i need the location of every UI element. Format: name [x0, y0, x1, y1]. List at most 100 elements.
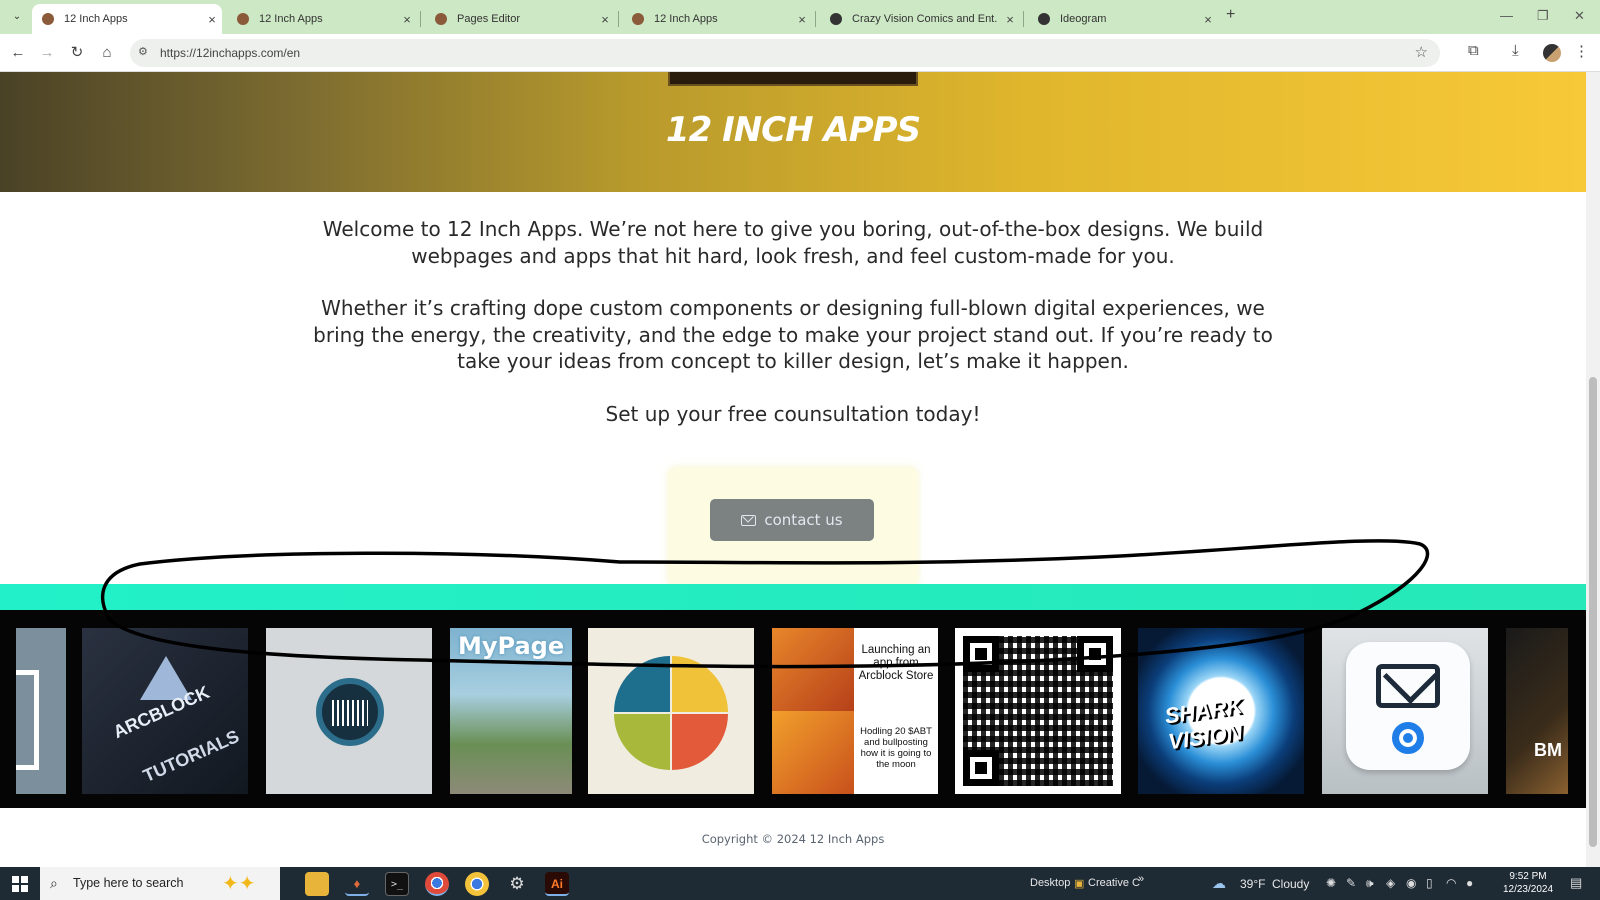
intro-paragraph: Welcome to 12 Inch Apps. We’re not here …: [322, 217, 1264, 268]
envelope-icon: [1376, 664, 1440, 708]
url-text[interactable]: https://12inchapps.com/en: [160, 46, 300, 60]
close-tab-icon[interactable]: ×: [595, 12, 615, 27]
body-paragraph: Whether it’s crafting dope custom compon…: [313, 296, 1273, 373]
back-icon[interactable]: ←: [8, 43, 28, 63]
gallery-thumb-partial-left[interactable]: [16, 628, 66, 794]
project-gallery: ARCBLOCK TUTORIALS MyPage Launching an a…: [0, 610, 1586, 808]
partial-thumb-text: BM: [1534, 740, 1562, 760]
audio-bars: [332, 700, 368, 726]
extensions-icon[interactable]: ⧉: [1468, 42, 1479, 59]
terminal-icon[interactable]: >_: [385, 872, 409, 896]
tab-pages-editor[interactable]: Pages Editor ×: [425, 4, 615, 34]
illustrator-icon[interactable]: Ai: [545, 872, 569, 896]
browser-toolbar: ← → ↻ ⌂ ⚙ https://12inchapps.com/en ☆ ⧉ …: [0, 34, 1600, 72]
hero-title: 12 INCH APPS: [665, 110, 921, 150]
chrome-alt-icon[interactable]: [465, 872, 489, 896]
gallery-thumb-audio[interactable]: [266, 628, 432, 794]
scrollbar-thumb[interactable]: [1589, 377, 1597, 847]
tab-12-inch-apps-3[interactable]: 12 Inch Apps ×: [622, 4, 812, 34]
battery-icon[interactable]: ▯: [1426, 876, 1433, 890]
gallery-thumb-abstract-art[interactable]: [588, 628, 754, 794]
tab-title: Pages Editor: [457, 13, 520, 25]
tray-app2-icon[interactable]: ◈: [1386, 876, 1395, 890]
gallery-thumb-mail-app[interactable]: [1322, 628, 1488, 794]
tab-12-inch-apps-active[interactable]: 12 Inch Apps ×: [32, 4, 222, 34]
address-bar[interactable]: ⚙ https://12inchapps.com/en ☆: [130, 39, 1440, 67]
close-tab-icon[interactable]: ×: [1000, 12, 1020, 27]
gallery-thumb-partial-right[interactable]: BM: [1506, 628, 1568, 794]
blue-dot-icon: [1392, 722, 1424, 754]
site-favicon: [830, 13, 842, 25]
weather-temp[interactable]: 39°F: [1240, 877, 1265, 891]
search-placeholder: Type here to search: [73, 876, 184, 890]
chrome-icon[interactable]: [425, 872, 449, 896]
search-icon: ⌕: [50, 875, 58, 891]
restore-icon[interactable]: ❐: [1537, 8, 1549, 24]
minimize-icon[interactable]: —: [1500, 8, 1513, 23]
tab-title: Crazy Vision Comics and Ent.: [852, 13, 998, 25]
file-explorer-icon[interactable]: [305, 872, 329, 896]
system-clock[interactable]: 9:52 PM 12/23/2024: [1500, 870, 1556, 896]
eye-graffiti-text: SHARK VISION: [1163, 692, 1245, 755]
desktop-toolbar-label[interactable]: Desktop: [1030, 877, 1070, 889]
mail-app-icon: [1346, 642, 1470, 770]
toolbar-overflow-icon[interactable]: »: [1138, 873, 1144, 885]
site-info-icon[interactable]: ⚙: [138, 45, 148, 58]
site-favicon: [1038, 13, 1050, 25]
taskbar-search-box[interactable]: ⌕ Type here to search ✦✦: [40, 867, 280, 900]
close-tab-icon[interactable]: ×: [202, 12, 222, 27]
gallery-thumb-mypage[interactable]: MyPage: [450, 628, 572, 794]
page-scrollbar[interactable]: [1586, 72, 1600, 867]
contact-us-button[interactable]: contact us: [710, 499, 874, 541]
menu-kebab-icon[interactable]: ⋮: [1574, 42, 1589, 60]
creative-cloud-icon[interactable]: ▣: [1074, 877, 1084, 890]
page-viewport: 12 INCH APPS Welcome to 12 Inch Apps. We…: [0, 72, 1586, 867]
cloud-icon: ☁: [1212, 875, 1226, 891]
volume-icon[interactable]: 🕪: [1366, 876, 1374, 891]
profile-avatar[interactable]: [1543, 44, 1561, 62]
gallery-thumb-meme[interactable]: Launching an app from Arcblock Store Hod…: [772, 628, 938, 794]
windows-taskbar: ⌕ Type here to search ✦✦ ♦ >_ ⚙ Ai Deskt…: [0, 867, 1600, 900]
close-tab-icon[interactable]: ×: [1198, 12, 1218, 27]
pinned-app-icon[interactable]: ♦: [345, 872, 369, 896]
mail-icon: [741, 514, 757, 526]
close-tab-icon[interactable]: ×: [792, 12, 812, 27]
windows-start-icon[interactable]: [12, 876, 28, 892]
contact-card: contact us: [668, 467, 918, 587]
tab-crazy-vision[interactable]: Crazy Vision Comics and Ent. ×: [820, 4, 1020, 34]
meme-photo-top: [772, 628, 854, 711]
tab-ideogram[interactable]: Ideogram ×: [1028, 4, 1218, 34]
forward-icon[interactable]: →: [37, 43, 57, 63]
contact-us-label: contact us: [764, 511, 843, 529]
close-window-icon[interactable]: ✕: [1574, 8, 1585, 24]
creative-cloud-label[interactable]: Creative C: [1088, 877, 1140, 889]
clock-date: 12/23/2024: [1502, 884, 1554, 895]
new-tab-button[interactable]: +: [1226, 6, 1235, 24]
tray-app3-icon[interactable]: ◉: [1406, 876, 1416, 890]
tray-app4-icon[interactable]: ●: [1466, 876, 1473, 890]
notification-icon[interactable]: ▤: [1570, 875, 1582, 891]
tray-pen-icon[interactable]: ✎: [1346, 876, 1356, 890]
sparkle-icon: ✦✦: [222, 873, 256, 895]
weather-desc[interactable]: Cloudy: [1272, 877, 1309, 891]
gallery-thumb-eye-graffiti[interactable]: SHARK VISION: [1138, 628, 1304, 794]
close-tab-icon[interactable]: ×: [397, 12, 417, 27]
gallery-thumb-qr-code[interactable]: [955, 628, 1121, 794]
tab-12-inch-apps-2[interactable]: 12 Inch Apps ×: [227, 4, 417, 34]
meme-photo-bottom: [772, 711, 854, 794]
tab-title: 12 Inch Apps: [64, 13, 128, 25]
gallery-thumb-arcblock[interactable]: ARCBLOCK TUTORIALS: [82, 628, 248, 794]
settings-icon[interactable]: ⚙: [505, 872, 529, 896]
home-icon[interactable]: ⌂: [97, 43, 117, 63]
mypage-title: MyPage: [458, 632, 565, 660]
wifi-icon[interactable]: ◠: [1446, 876, 1456, 890]
clock-time: 9:52 PM: [1509, 871, 1547, 882]
tab-separator: [420, 11, 421, 27]
tab-search-icon[interactable]: ⌄: [6, 6, 28, 28]
downloads-icon[interactable]: ⤓: [1512, 42, 1519, 59]
bookmark-star-icon[interactable]: ☆: [1415, 43, 1428, 61]
reload-icon[interactable]: ↻: [67, 43, 87, 63]
tab-strip: ⌄ 12 Inch Apps × 12 Inch Apps × Pages Ed…: [0, 0, 1600, 34]
arcblock-subtitle: TUTORIALS: [140, 726, 243, 787]
tray-app-icon[interactable]: ✺: [1326, 876, 1336, 890]
